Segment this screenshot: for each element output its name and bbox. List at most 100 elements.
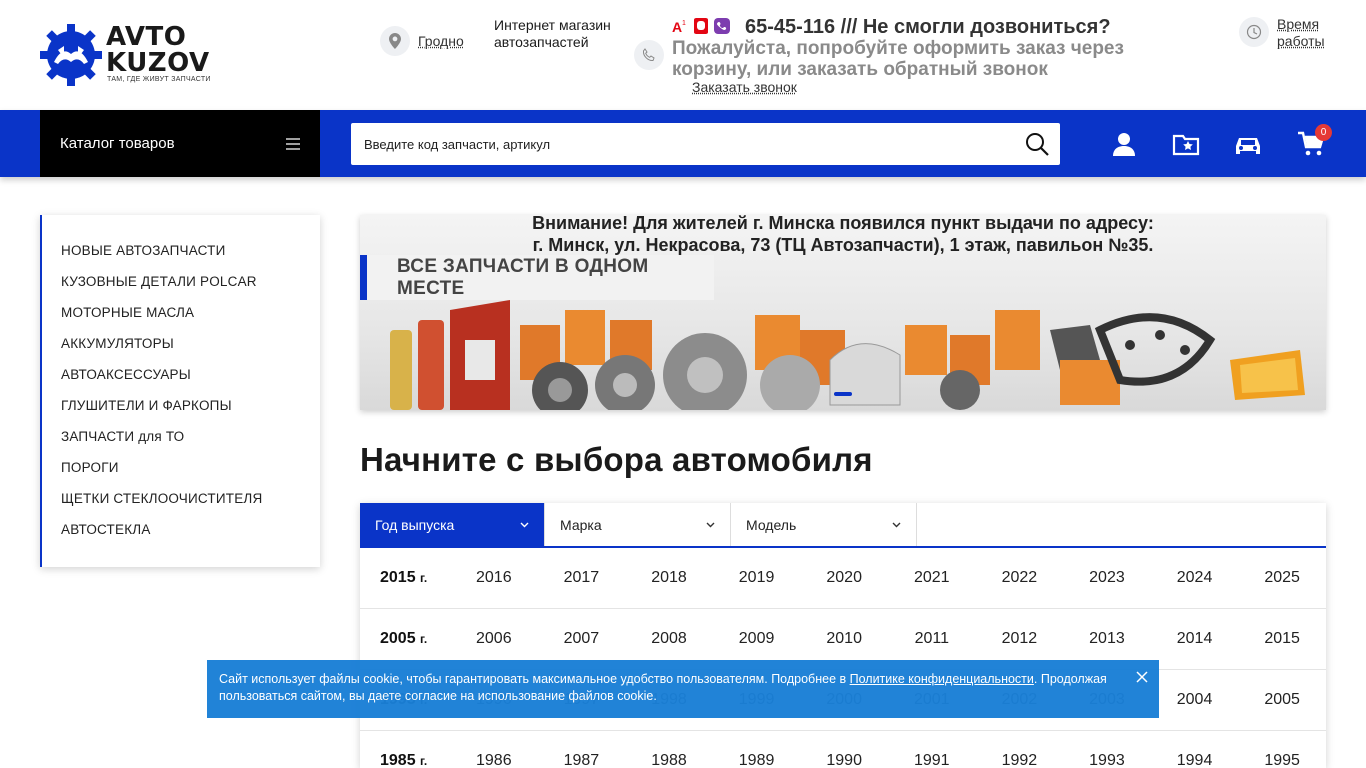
svg-text:1: 1 (682, 20, 686, 27)
year-option[interactable]: 2005 (1238, 691, 1326, 709)
year-option[interactable]: 1993 (1063, 752, 1151, 768)
banner-notice-line: г. Минск, ул. Некрасова, 73 (ТЦ Автозапч… (532, 235, 1154, 255)
search-box (351, 123, 1060, 165)
sidebar-item-motor-oils[interactable]: МОТОРНЫЕ МАСЛА (42, 302, 320, 333)
year-option[interactable]: 1988 (625, 752, 713, 768)
banner-notice-line: Внимание! Для жителей г. Минска появился… (532, 215, 1154, 233)
cart-count-badge: 0 (1315, 124, 1332, 141)
year-decade-value: 1985 (380, 752, 416, 768)
svg-text:A: A (672, 19, 682, 34)
year-option[interactable]: 1986 (450, 752, 538, 768)
year-decade-label[interactable]: 1985 г. (360, 752, 450, 768)
tab-year[interactable]: Год выпуска (360, 503, 545, 546)
logo-text: KUZOV (106, 48, 210, 78)
chevron-down-icon (520, 522, 529, 527)
clock-icon (1239, 17, 1269, 47)
year-option[interactable]: 2024 (1151, 569, 1239, 587)
sidebar-item-accessories[interactable]: АВТОАКСЕССУАРЫ (42, 364, 320, 395)
phone-number[interactable]: 65-45-116 /// Не смогли дозвониться? (745, 16, 1111, 39)
slider-dot-active[interactable] (834, 392, 852, 396)
year-option[interactable]: 2014 (1151, 630, 1239, 648)
year-option[interactable]: 2013 (1063, 630, 1151, 648)
phone-notice: Пожалуйста, попробуйте оформить заказ че… (672, 38, 1124, 80)
year-option[interactable]: 2022 (976, 569, 1064, 587)
search-input[interactable] (351, 123, 1011, 165)
year-option[interactable]: 2020 (800, 569, 888, 587)
year-decade-label[interactable]: 2005 г. (360, 630, 450, 648)
sidebar-item-sills[interactable]: ПОРОГИ (42, 457, 320, 488)
city-selector-link[interactable]: Гродно (418, 33, 464, 49)
year-option[interactable]: 2016 (450, 569, 538, 587)
phone-icon (634, 40, 664, 70)
year-option[interactable]: 2009 (713, 630, 801, 648)
mts-operator-icon (694, 18, 708, 34)
year-option[interactable]: 1987 (538, 752, 626, 768)
year-option[interactable]: 1992 (976, 752, 1064, 768)
operator-icons: A1 (672, 18, 730, 34)
year-option[interactable]: 2025 (1238, 569, 1326, 587)
sidebar-item-wipers[interactable]: ЩЕТКИ СТЕКЛООЧИСТИТЕЛЯ (42, 488, 320, 519)
year-option[interactable]: 1994 (1151, 752, 1239, 768)
year-option[interactable]: 1991 (888, 752, 976, 768)
year-option[interactable]: 2012 (976, 630, 1064, 648)
chevron-down-icon (892, 522, 901, 527)
sidebar-item-batteries[interactable]: АККУМУЛЯТОРЫ (42, 333, 320, 364)
year-suffix: г. (420, 632, 428, 646)
tab-model[interactable]: Модель (731, 503, 917, 546)
tab-brand[interactable]: Марка (545, 503, 731, 546)
tab-label: Модель (746, 516, 797, 533)
search-icon[interactable] (1024, 131, 1050, 157)
year-option[interactable]: 2017 (538, 569, 626, 587)
year-option[interactable]: 1995 (1238, 752, 1326, 768)
cookie-notice: Сайт использует файлы cookie, чтобы гара… (207, 660, 1159, 718)
worktime-link[interactable]: Время работы (1277, 16, 1337, 50)
year-option[interactable]: 1990 (800, 752, 888, 768)
year-suffix: г. (420, 754, 428, 768)
favorites-folder-icon[interactable] (1172, 130, 1200, 158)
sidebar-item-new-parts[interactable]: НОВЫЕ АВТОЗАПЧАСТИ (42, 240, 320, 271)
logo-tagline: ТАМ, ГДЕ ЖИВУТ ЗАПЧАСТИ (107, 76, 211, 83)
menu-icon (286, 137, 300, 150)
year-option[interactable]: 1989 (713, 752, 801, 768)
year-decade-label[interactable]: 2015 г. (360, 569, 450, 587)
cookie-text: Сайт использует файлы cookie, чтобы гара… (219, 672, 850, 686)
year-suffix: г. (420, 571, 428, 585)
year-option[interactable]: 2023 (1063, 569, 1151, 587)
year-option[interactable]: 2006 (450, 630, 538, 648)
year-option[interactable]: 2007 (538, 630, 626, 648)
garage-car-icon[interactable] (1233, 130, 1263, 158)
year-option[interactable]: 2015 (1238, 630, 1326, 648)
year-option[interactable]: 2011 (888, 630, 976, 648)
sidebar-item-mufflers[interactable]: ГЛУШИТЕЛИ И ФАРКОПЫ (42, 395, 320, 426)
year-decade-value: 2015 (380, 569, 416, 586)
year-row: 1985 г. 1986 1987 1988 1989 1990 1991 1992 1993 1… (360, 731, 1326, 768)
logo-text: AVTO (106, 22, 187, 52)
shop-description: Интернет магазин автозапчастей (494, 17, 611, 50)
sidebar-item-service-parts[interactable]: ЗАПЧАСТИ для ТО (42, 426, 320, 457)
chevron-down-icon (706, 522, 715, 527)
year-option[interactable]: 2008 (625, 630, 713, 648)
year-decade-value: 2005 (380, 630, 416, 647)
year-option[interactable]: 2018 (625, 569, 713, 587)
viber-icon (714, 18, 730, 34)
gear-logo-icon (40, 24, 102, 86)
user-icon[interactable] (1110, 130, 1138, 158)
catalog-button[interactable]: Каталог товаров (40, 110, 320, 177)
banner-tagline: ВСЕ ЗАПЧАСТИ В ОДНОМ МЕСТЕ (360, 255, 714, 300)
sidebar-item-glass[interactable]: АВТОСТЕКЛА (42, 519, 320, 550)
privacy-policy-link[interactable]: Политике конфиденциальности (850, 672, 1034, 686)
car-select-title: Начните с выбора автомобиля (360, 441, 873, 478)
year-option[interactable]: 2004 (1151, 691, 1239, 709)
callback-link[interactable]: Заказать звонок (692, 79, 799, 95)
year-option[interactable]: 2019 (713, 569, 801, 587)
catalog-label: Каталог товаров (60, 135, 175, 152)
tab-label: Марка (560, 516, 602, 533)
close-icon[interactable] (1135, 670, 1149, 684)
promo-banner[interactable]: Внимание! Для жителей г. Минска появился… (360, 215, 1326, 410)
year-option[interactable]: 2021 (888, 569, 976, 587)
sidebar-item-polcar-body[interactable]: КУЗОВНЫЕ ДЕТАЛИ POLCAR (42, 271, 320, 302)
tab-label: Год выпуска (375, 516, 455, 533)
site-logo[interactable]: AVTO KUZOV ТАМ, ГДЕ ЖИВУТ ЗАПЧАСТИ (40, 24, 215, 86)
site-header: AVTO KUZOV ТАМ, ГДЕ ЖИВУТ ЗАПЧАСТИ Гродн… (0, 0, 1366, 110)
year-option[interactable]: 2010 (800, 630, 888, 648)
